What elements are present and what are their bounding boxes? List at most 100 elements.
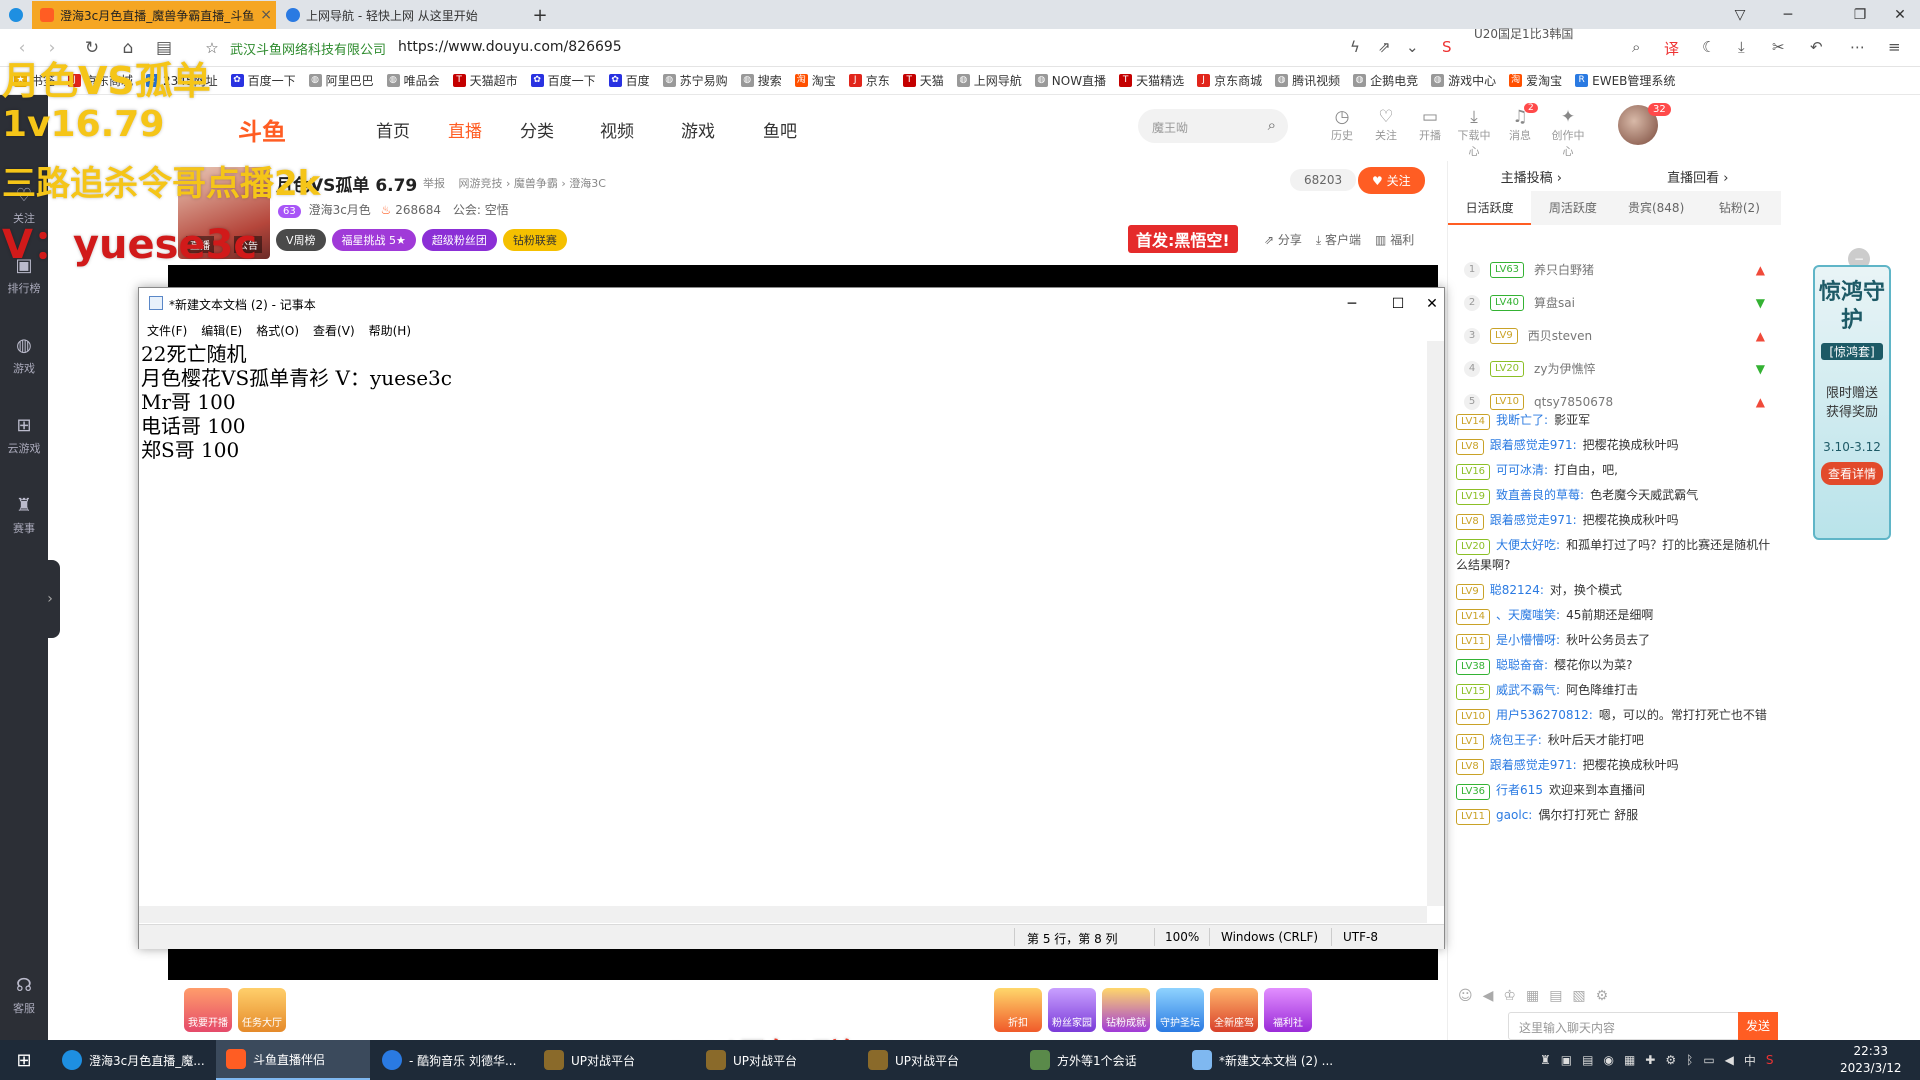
- chat-user-name[interactable]: 聪82124:: [1490, 583, 1544, 597]
- menu-edit[interactable]: 编辑(E): [201, 322, 242, 339]
- welfare-club-gift[interactable]: 福利社: [1264, 988, 1312, 1032]
- nav-game[interactable]: 游戏: [681, 117, 715, 142]
- follow-list-button[interactable]: ♡ 关注: [1366, 107, 1406, 143]
- bookmark-item[interactable]: ✿ 百度: [608, 72, 650, 89]
- badge-icon[interactable]: ♔: [1503, 988, 1516, 1004]
- chat-message[interactable]: LV36 行者615 欢迎来到本直播间: [1456, 780, 1773, 800]
- tab-diamond-fans[interactable]: 钻粉(2): [1698, 191, 1781, 225]
- anchor-submission-link[interactable]: 主播投稿 ›: [1501, 167, 1562, 186]
- chat-user-name[interactable]: 我断亡了:: [1496, 413, 1548, 427]
- tab-vip[interactable]: 贵宾(848): [1615, 191, 1698, 225]
- menu-help[interactable]: 帮助(H): [369, 322, 411, 339]
- chat-message[interactable]: LV11 是小懵懵呀: 秋叶公务员去了: [1456, 630, 1773, 650]
- download-center-button[interactable]: ⤓ 下载中心: [1454, 107, 1494, 159]
- ranking-row[interactable]: 3 LV9 西贝steven ▲: [1448, 319, 1781, 352]
- chat-user-name[interactable]: 致直善良的草莓:: [1496, 488, 1584, 502]
- chat-user-name[interactable]: 聪聪奋奋:: [1496, 658, 1548, 672]
- notepad-close-icon[interactable]: ✕: [1421, 288, 1443, 319]
- nav-cloud-games[interactable]: ⊞ 云游戏: [0, 415, 48, 456]
- search-icon[interactable]: ⌕: [1632, 38, 1640, 56]
- chat-user-name[interactable]: gaolc:: [1496, 808, 1532, 822]
- network-icon[interactable]: ▭: [1703, 1053, 1714, 1067]
- bookmark-item[interactable]: ✿ 百度一下: [530, 72, 596, 89]
- chat-message[interactable]: LV38 聪聪奋奋: 樱花你以为菜?: [1456, 655, 1773, 675]
- chat-user-name[interactable]: 威武不霸气:: [1496, 683, 1560, 697]
- bookmark-item[interactable]: ◍ 唯品会: [386, 72, 440, 89]
- barrage-icon[interactable]: ▧: [1572, 988, 1585, 1004]
- taskbar-up-platform[interactable]: UP对战平台: [858, 1040, 1018, 1080]
- windows-start-icon[interactable]: ⊞: [0, 1040, 48, 1080]
- horn-icon[interactable]: ◀: [1483, 988, 1494, 1004]
- follow-button[interactable]: ♥ 关注: [1358, 167, 1425, 194]
- tab-close-icon[interactable]: ×: [260, 7, 272, 23]
- bookmark-item[interactable]: ◍ 腾讯视频: [1275, 72, 1340, 89]
- bookmark-item[interactable]: ◍ 上网导航: [956, 72, 1022, 89]
- nav-home[interactable]: 首页: [376, 117, 410, 142]
- bookmark-item[interactable]: ◍ 阿里巴巴: [308, 72, 374, 89]
- bookmark-item[interactable]: 淘爱淘宝: [1509, 72, 1562, 89]
- bookmark-item[interactable]: ◍ 企鹅电竞: [1353, 72, 1418, 89]
- tray-app-icon[interactable]: ▣: [1561, 1053, 1572, 1067]
- diamond-league-tag[interactable]: 钻粉联赛: [502, 229, 567, 251]
- menu-icon[interactable]: ≡: [1888, 38, 1901, 56]
- tray-app-icon[interactable]: ✚: [1645, 1053, 1655, 1067]
- taskbar-chat-session[interactable]: 方外等1个会话: [1020, 1040, 1180, 1080]
- lucky-challenge-tag[interactable]: 福星挑战 5★: [331, 229, 416, 251]
- share-button[interactable]: ⇗ 分享: [1264, 231, 1302, 248]
- rank-user-name[interactable]: zy为伊憔悴: [1534, 360, 1595, 377]
- tab-navigation[interactable]: 上网导航 - 轻快上网 从这里开始: [278, 1, 528, 29]
- share-icon[interactable]: ⇗: [1378, 38, 1391, 56]
- chat-user-name[interactable]: 行者615: [1496, 783, 1543, 797]
- ranking-row[interactable]: 2 LV40 算盘sai ▼: [1448, 286, 1781, 319]
- sogou-icon[interactable]: S: [1766, 1053, 1774, 1067]
- tray-app-icon[interactable]: ♜: [1540, 1053, 1551, 1067]
- welfare-button[interactable]: ▥ 福利: [1375, 231, 1414, 248]
- nav-live[interactable]: 直播: [448, 117, 482, 142]
- chat-message[interactable]: LV19 致直善良的草莓: 色老魔今天威武霸气: [1456, 485, 1773, 505]
- bookmark-item[interactable]: ◍ 搜索: [740, 72, 782, 89]
- menu-file[interactable]: 文件(F): [147, 322, 187, 339]
- bookmark-item[interactable]: ◍ 游戏中心: [1431, 72, 1496, 89]
- new-mount-gift[interactable]: 全新座驾: [1210, 988, 1258, 1032]
- nav-service[interactable]: ☊ 客服: [0, 975, 48, 1016]
- task-hall-gift[interactable]: 任务大厅: [238, 988, 286, 1032]
- rank-user-name[interactable]: 西贝steven: [1528, 327, 1592, 344]
- site-search-input[interactable]: 魔王呦 ⌕: [1138, 109, 1288, 143]
- bluetooth-icon[interactable]: ᛒ: [1686, 1053, 1693, 1067]
- chat-message-list[interactable]: LV14 我断亡了: 影亚军 LV8 跟着感觉走971: 把樱花换成秋叶吗 LV16 可可冰清…: [1448, 405, 1781, 963]
- download-icon[interactable]: ⤓: [1738, 38, 1745, 56]
- fan-card-icon[interactable]: ▦: [1526, 988, 1539, 1004]
- scissors-icon[interactable]: ✂: [1772, 38, 1785, 56]
- go-live-button[interactable]: ▭ 开播: [1410, 107, 1450, 143]
- chat-message[interactable]: LV14 、天魔嗤笑: 45前期还是细啊: [1456, 605, 1773, 625]
- chat-user-name[interactable]: 可可冰清:: [1496, 463, 1548, 477]
- nav-category[interactable]: 分类: [520, 117, 554, 142]
- chat-user-name[interactable]: 是小懵懵呀:: [1496, 633, 1560, 647]
- chat-message[interactable]: LV8 跟着感觉走971: 把樱花换成秋叶吗: [1456, 435, 1773, 455]
- taskbar-notepad[interactable]: *新建文本文档 (2) ...: [1182, 1040, 1342, 1080]
- tab-weekly-activity[interactable]: 周活跃度: [1531, 191, 1614, 225]
- tray-app-icon[interactable]: ⚙: [1665, 1053, 1676, 1067]
- nav-video[interactable]: 视频: [600, 117, 634, 142]
- chat-user-name[interactable]: 用户536270812:: [1496, 708, 1593, 722]
- chat-message[interactable]: LV14 我断亡了: 影亚军: [1456, 410, 1773, 430]
- dropdown-icon[interactable]: ⌄: [1406, 38, 1419, 56]
- notepad-minimize-icon[interactable]: ─: [1329, 288, 1375, 319]
- bookmark-item[interactable]: J 京东商城: [1197, 72, 1262, 89]
- tray-app-icon[interactable]: ▦: [1624, 1053, 1635, 1067]
- nav-games[interactable]: ◍ 游戏: [0, 335, 48, 376]
- rank-user-name[interactable]: 算盘sai: [1534, 294, 1575, 311]
- ranking-row[interactable]: 1 LV63 养只白野猪 ▲: [1448, 253, 1781, 286]
- bookmark-item[interactable]: 淘淘宝: [794, 72, 836, 89]
- report-link[interactable]: 举报: [423, 177, 445, 190]
- chat-message[interactable]: LV8 跟着感觉走971: 把樱花换成秋叶吗: [1456, 755, 1773, 775]
- guardian-promo-ad[interactable]: 惊鸿守护 [惊鸿套] 限时赠送 获得奖励 3.10-3.12 查看详情: [1813, 265, 1891, 540]
- client-button[interactable]: ⤓ 客户端: [1316, 231, 1361, 248]
- menu-view[interactable]: 查看(V): [313, 322, 355, 339]
- settings-icon[interactable]: ⚙: [1596, 988, 1609, 1004]
- chat-user-name[interactable]: 跟着感觉走971:: [1490, 758, 1577, 772]
- chat-user-name[interactable]: 跟着感觉走971:: [1490, 438, 1577, 452]
- emoji-icon[interactable]: ☺: [1458, 988, 1473, 1004]
- chat-message[interactable]: LV15 威武不霸气: 阿色降维打击: [1456, 680, 1773, 700]
- taskbar-browser[interactable]: 澄海3c月色直播_魔...: [52, 1040, 214, 1080]
